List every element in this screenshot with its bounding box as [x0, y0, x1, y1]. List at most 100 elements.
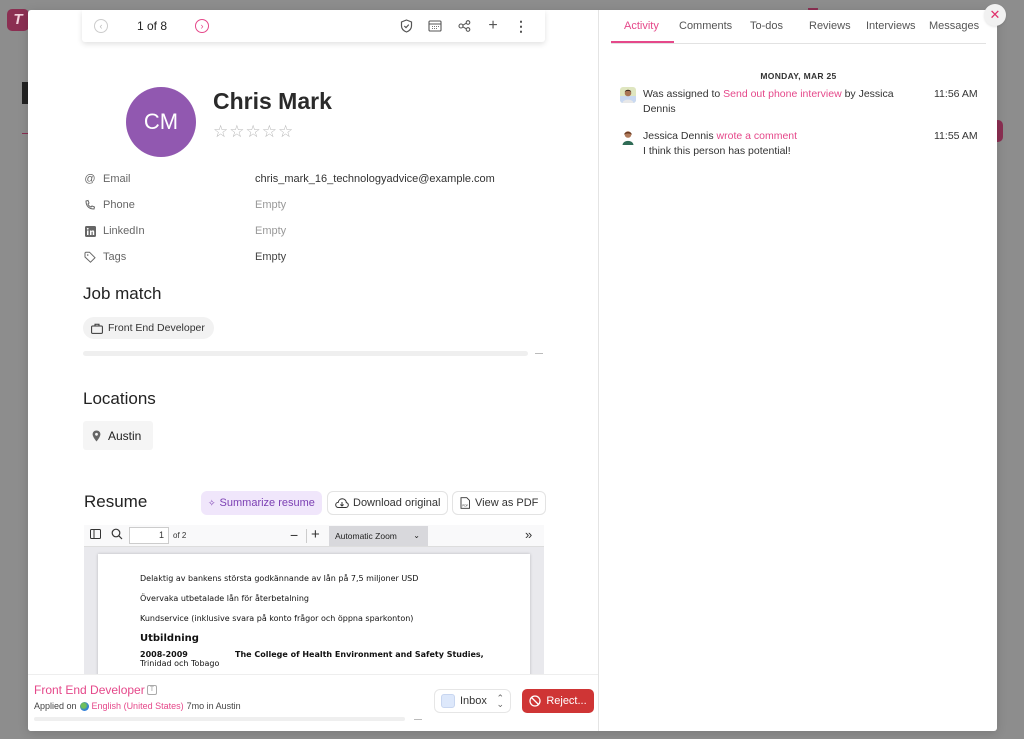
tab-comments[interactable]: Comments: [679, 20, 732, 32]
stage-color-swatch: [441, 694, 455, 708]
stage-select[interactable]: Inbox ⌃ ⌄: [434, 689, 511, 713]
pdf-page-number-input[interactable]: 1: [129, 527, 169, 544]
pdf-zoom-select[interactable]: Automatic Zoom ⌄: [329, 526, 428, 546]
download-original-button[interactable]: Download original: [327, 491, 449, 515]
tab-to-dos[interactable]: To-dos: [750, 20, 783, 32]
locations-heading: Locations: [83, 389, 156, 408]
download-original-label: Download original: [353, 497, 441, 509]
more-options-button[interactable]: ⋮: [513, 18, 529, 34]
double-chevron-right-icon[interactable]: »: [525, 527, 532, 542]
email-label: Email: [103, 173, 131, 185]
pdf-page-total: of 2: [173, 531, 187, 540]
education-years: 2008-2009: [140, 650, 188, 659]
applied-job-link[interactable]: Front End Developer: [34, 683, 145, 697]
phone-row: Phone Empty: [83, 197, 563, 215]
active-tab-indicator: [611, 41, 674, 43]
job-match-heading: Job match: [83, 284, 162, 303]
stage-value: Inbox: [460, 695, 487, 707]
candidate-navigation-bar: ‹ 1 of 8 › + ⋮: [82, 10, 545, 42]
location-chip[interactable]: Austin: [83, 421, 154, 450]
email-value[interactable]: chris_mark_16_technologyadvice@example.c…: [255, 173, 495, 185]
activity-text-prefix: Was assigned to: [643, 88, 724, 100]
view-as-pdf-button[interactable]: PDF View as PDF: [452, 491, 547, 515]
candidate-avatar: CM: [126, 87, 196, 157]
calendar-icon: [428, 20, 442, 32]
next-candidate-button[interactable]: ›: [195, 19, 209, 33]
resume-line: Delaktig av bankens största godkännande …: [140, 574, 419, 583]
todo-link[interactable]: Send out phone interview: [723, 88, 842, 100]
education-location: Trinidad och Tobago: [140, 659, 220, 668]
linkedin-row: LinkedIn Empty: [83, 223, 563, 241]
toolbar-separator: [306, 529, 307, 543]
rating-stars[interactable]: ☆ ☆ ☆ ☆ ☆: [213, 123, 293, 141]
job-match-score-placeholder: [535, 353, 543, 354]
pdf-search-icon[interactable]: [111, 528, 123, 543]
tags-row: Tags Empty: [83, 249, 563, 267]
candidate-profile-pane: ‹ 1 of 8 › + ⋮ CM Chris Mark ☆ ☆ ☆ ☆ ☆ @…: [28, 10, 599, 731]
shield-check-button[interactable]: [398, 18, 414, 34]
summarize-resume-button[interactable]: ✧ Summarize resume: [201, 491, 322, 515]
zoom-in-icon[interactable]: +: [311, 526, 320, 543]
at-icon: @: [84, 173, 96, 185]
tab-reviews[interactable]: Reviews: [809, 20, 851, 32]
reject-label: Reject...: [546, 695, 587, 707]
shield-check-icon: [400, 19, 412, 33]
email-row: @ Email chris_mark_16_technologyadvice@e…: [83, 171, 563, 189]
tags-value[interactable]: Empty: [255, 251, 286, 263]
application-footer: Front End Developer T Applied on English…: [28, 674, 598, 731]
resume-section-heading: Utbildning: [140, 633, 199, 644]
cloud-download-icon: [335, 497, 349, 508]
activity-text: Was assigned to Send out phone interview…: [643, 87, 903, 117]
tab-messages[interactable]: Messages: [929, 20, 979, 32]
activity-time: 11:55 AM: [934, 130, 978, 142]
close-modal-button[interactable]: ✕: [984, 4, 1006, 26]
job-match-chip[interactable]: Front End Developer: [83, 317, 214, 339]
chevron-right-icon: ›: [200, 21, 204, 31]
tab-activity[interactable]: Activity: [624, 20, 659, 32]
activity-date-header: MONDAY, MAR 25: [760, 71, 837, 81]
share-icon: [457, 20, 470, 32]
job-info-icon[interactable]: T: [147, 685, 157, 695]
resume-line: Övervaka utbetalade lån för återbetalnin…: [140, 594, 309, 603]
sparkle-icon: ✧: [208, 497, 216, 508]
star-icon[interactable]: ☆: [213, 123, 228, 141]
linkedin-value[interactable]: Empty: [255, 225, 286, 237]
add-button[interactable]: +: [485, 17, 501, 34]
pdf-zoom-value: Automatic Zoom: [335, 531, 397, 541]
application-score-placeholder: [414, 719, 422, 720]
view-as-pdf-label: View as PDF: [475, 497, 539, 509]
resume-line: Kundservice (inklusive svara på konto fr…: [140, 614, 414, 623]
user-avatar: [620, 87, 636, 103]
pdf-file-icon: PDF: [460, 497, 470, 509]
star-icon[interactable]: ☆: [262, 123, 277, 141]
share-button[interactable]: [456, 18, 472, 34]
zoom-out-icon[interactable]: −: [290, 527, 298, 543]
close-icon: ✕: [989, 7, 1001, 22]
activity-tabs: Activity Comments To-dos Reviews Intervi…: [611, 10, 986, 44]
candidate-name: Chris Mark: [213, 88, 332, 114]
background-button: [997, 120, 1003, 142]
application-meta: Applied on English (United States) 7mo i…: [34, 701, 241, 711]
svg-text:PDF: PDF: [462, 504, 468, 508]
tab-interviews[interactable]: Interviews: [866, 20, 916, 32]
briefcase-icon: [91, 323, 103, 334]
job-match-label: Front End Developer: [108, 322, 205, 334]
phone-icon: [83, 198, 97, 212]
comment-body: I think this person has potential!: [643, 145, 791, 157]
sidebar-toggle-icon[interactable]: [90, 529, 101, 542]
comment-link[interactable]: wrote a comment: [717, 130, 798, 142]
reject-button[interactable]: Reject...: [522, 689, 594, 713]
chevron-up-down-icon: ⌃ ⌄: [496, 693, 504, 709]
previous-candidate-button[interactable]: ‹: [94, 19, 108, 33]
applied-on-label: Applied on: [34, 701, 77, 711]
application-language-link[interactable]: English (United States): [92, 701, 184, 711]
more-vertical-icon: ⋮: [514, 17, 528, 34]
star-icon[interactable]: ☆: [246, 123, 261, 141]
resume-heading: Resume: [84, 492, 148, 511]
star-icon[interactable]: ☆: [278, 123, 293, 141]
star-icon[interactable]: ☆: [229, 123, 244, 141]
location-label: Austin: [108, 428, 142, 443]
education-school: The College of Health Environment and Sa…: [235, 650, 484, 659]
phone-value[interactable]: Empty: [255, 199, 286, 211]
calendar-button[interactable]: [427, 18, 443, 34]
